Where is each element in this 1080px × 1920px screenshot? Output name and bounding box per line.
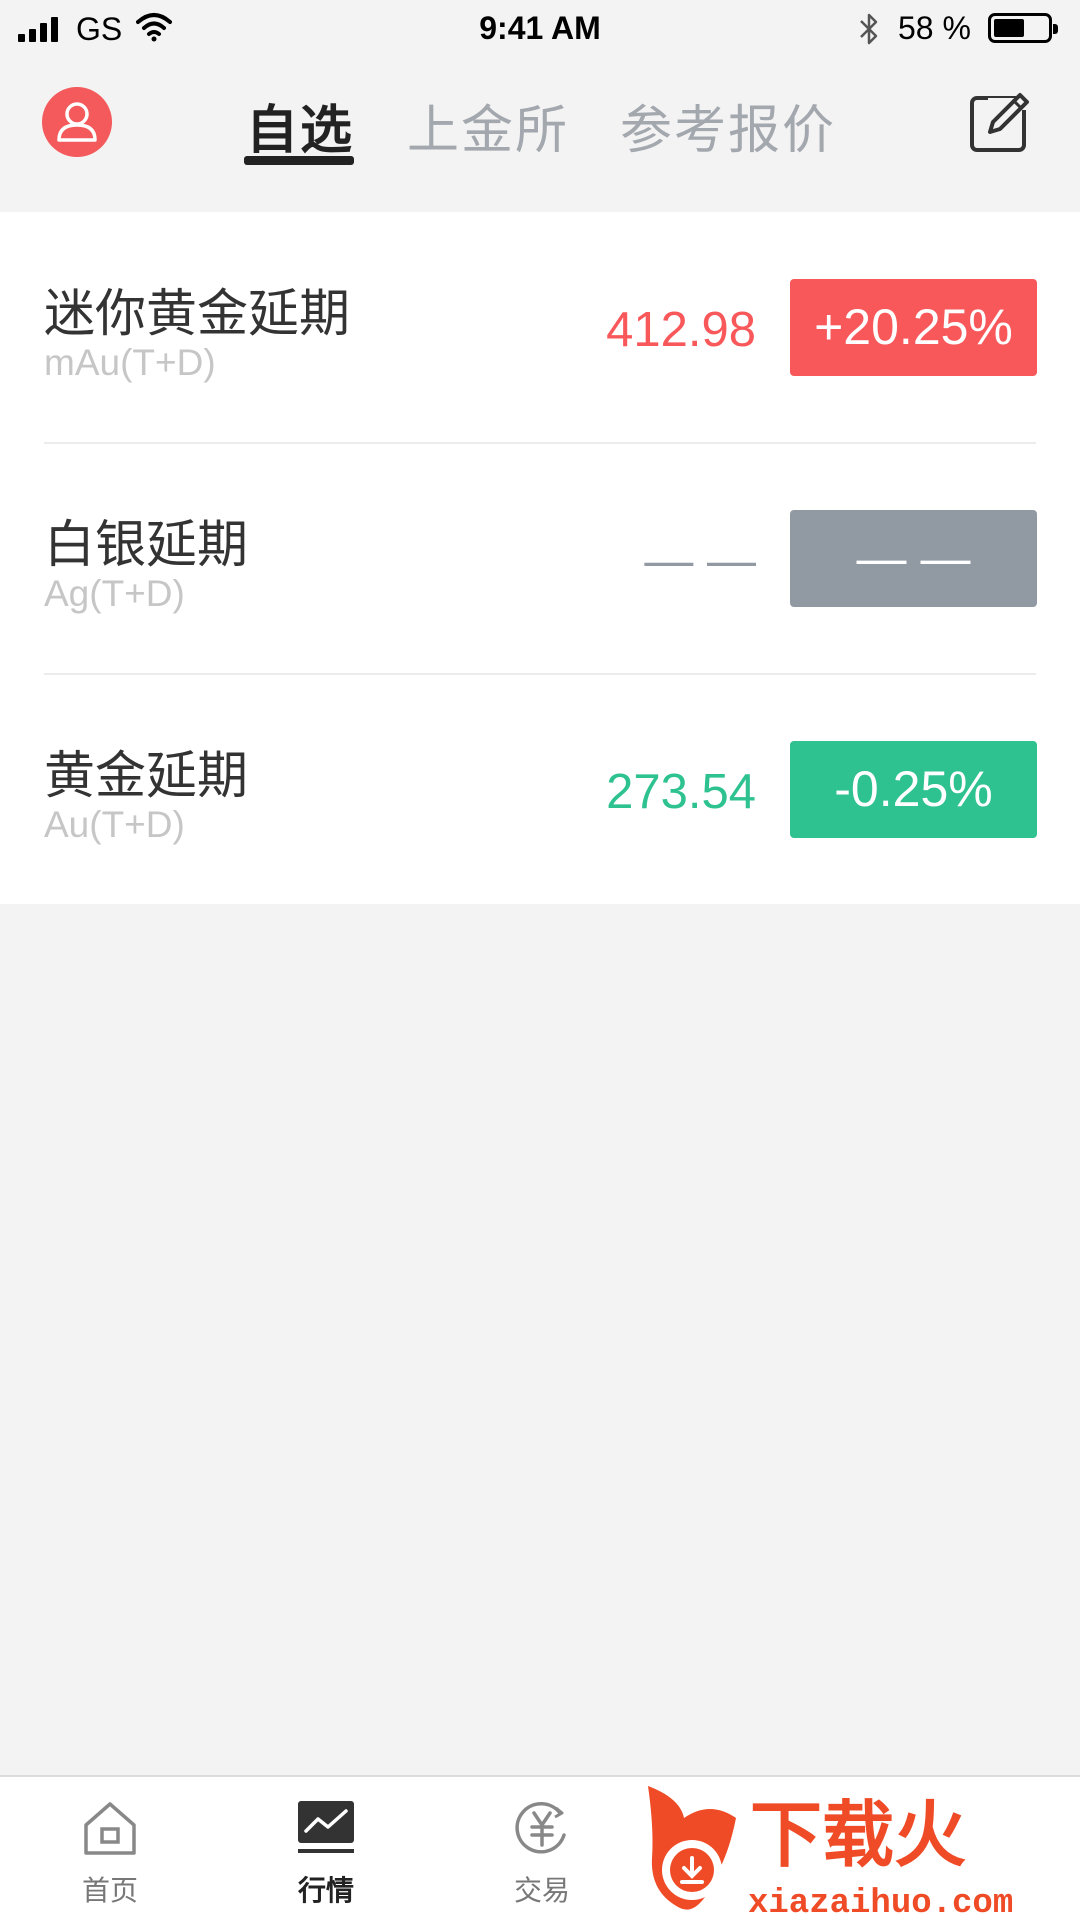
tab-reference-quotes[interactable]: 参考报价 xyxy=(620,88,836,163)
instrument-name: 迷你黄金延期 xyxy=(44,285,351,344)
quote-row-au[interactable]: 黄金延期 Au(T+D) 273.54 -0.25% xyxy=(0,674,1080,904)
watermark-logo-text: 下载火 xyxy=(750,1793,966,1877)
trade-yen-icon xyxy=(515,1802,566,1854)
last-price: 412.98 xyxy=(606,303,756,357)
top-nav: 自选 上金所 参考报价 xyxy=(0,60,1080,212)
page: GS 9:41 AM 58 % 自选 上金所 参考报价 迷你黄金延期 mAu(T… xyxy=(0,0,1080,1920)
bottom-tab-trade[interactable]: 交易 xyxy=(452,1777,632,1920)
change-badge[interactable]: — — xyxy=(790,510,1037,607)
home-icon xyxy=(84,1802,136,1855)
market-chart-icon xyxy=(298,1801,354,1853)
battery-percent: 58 % xyxy=(898,10,971,46)
tab-favorites[interactable]: 自选 xyxy=(246,88,354,163)
last-price: — — xyxy=(644,534,756,588)
bottom-tab-label: 交易 xyxy=(513,1874,570,1907)
quote-row-ag[interactable]: 白银延期 Ag(T+D) — — — — xyxy=(0,443,1080,673)
watermark-logo: 下载火 xiazaihuo.com xyxy=(648,1786,1013,1920)
instrument-name: 黄金延期 xyxy=(44,747,249,806)
change-badge[interactable]: -0.25% xyxy=(790,741,1037,838)
instrument-code: mAu(T+D) xyxy=(44,342,216,383)
bottom-tab-home[interactable]: 首页 xyxy=(20,1777,200,1920)
quote-list: 迷你黄金延期 mAu(T+D) 412.98 +20.25% 白银延期 Ag(T… xyxy=(0,212,1080,904)
instrument-code: Au(T+D) xyxy=(44,804,185,845)
watermark-site-text: xiazaihuo.com xyxy=(748,1885,1013,1920)
instrument-name: 白银延期 xyxy=(44,516,249,575)
bottom-tab-market[interactable]: 行情 xyxy=(236,1777,416,1920)
bottom-tab-label: 行情 xyxy=(297,1874,354,1907)
change-badge[interactable]: +20.25% xyxy=(790,279,1037,376)
bottom-tab-label: 首页 xyxy=(81,1874,138,1907)
edit-icon[interactable] xyxy=(968,88,1034,154)
bluetooth-icon xyxy=(860,13,878,45)
tab-sge[interactable]: 上金所 xyxy=(407,88,569,163)
instrument-code: Ag(T+D) xyxy=(44,573,185,614)
last-price: 273.54 xyxy=(606,765,756,819)
active-tab-indicator xyxy=(244,156,354,165)
status-bar: GS 9:41 AM 58 % xyxy=(0,0,1080,60)
battery-icon xyxy=(988,13,1058,43)
quote-row-mau[interactable]: 迷你黄金延期 mAu(T+D) 412.98 +20.25% xyxy=(0,212,1080,442)
top-tabs: 自选 上金所 参考报价 xyxy=(0,60,1080,212)
